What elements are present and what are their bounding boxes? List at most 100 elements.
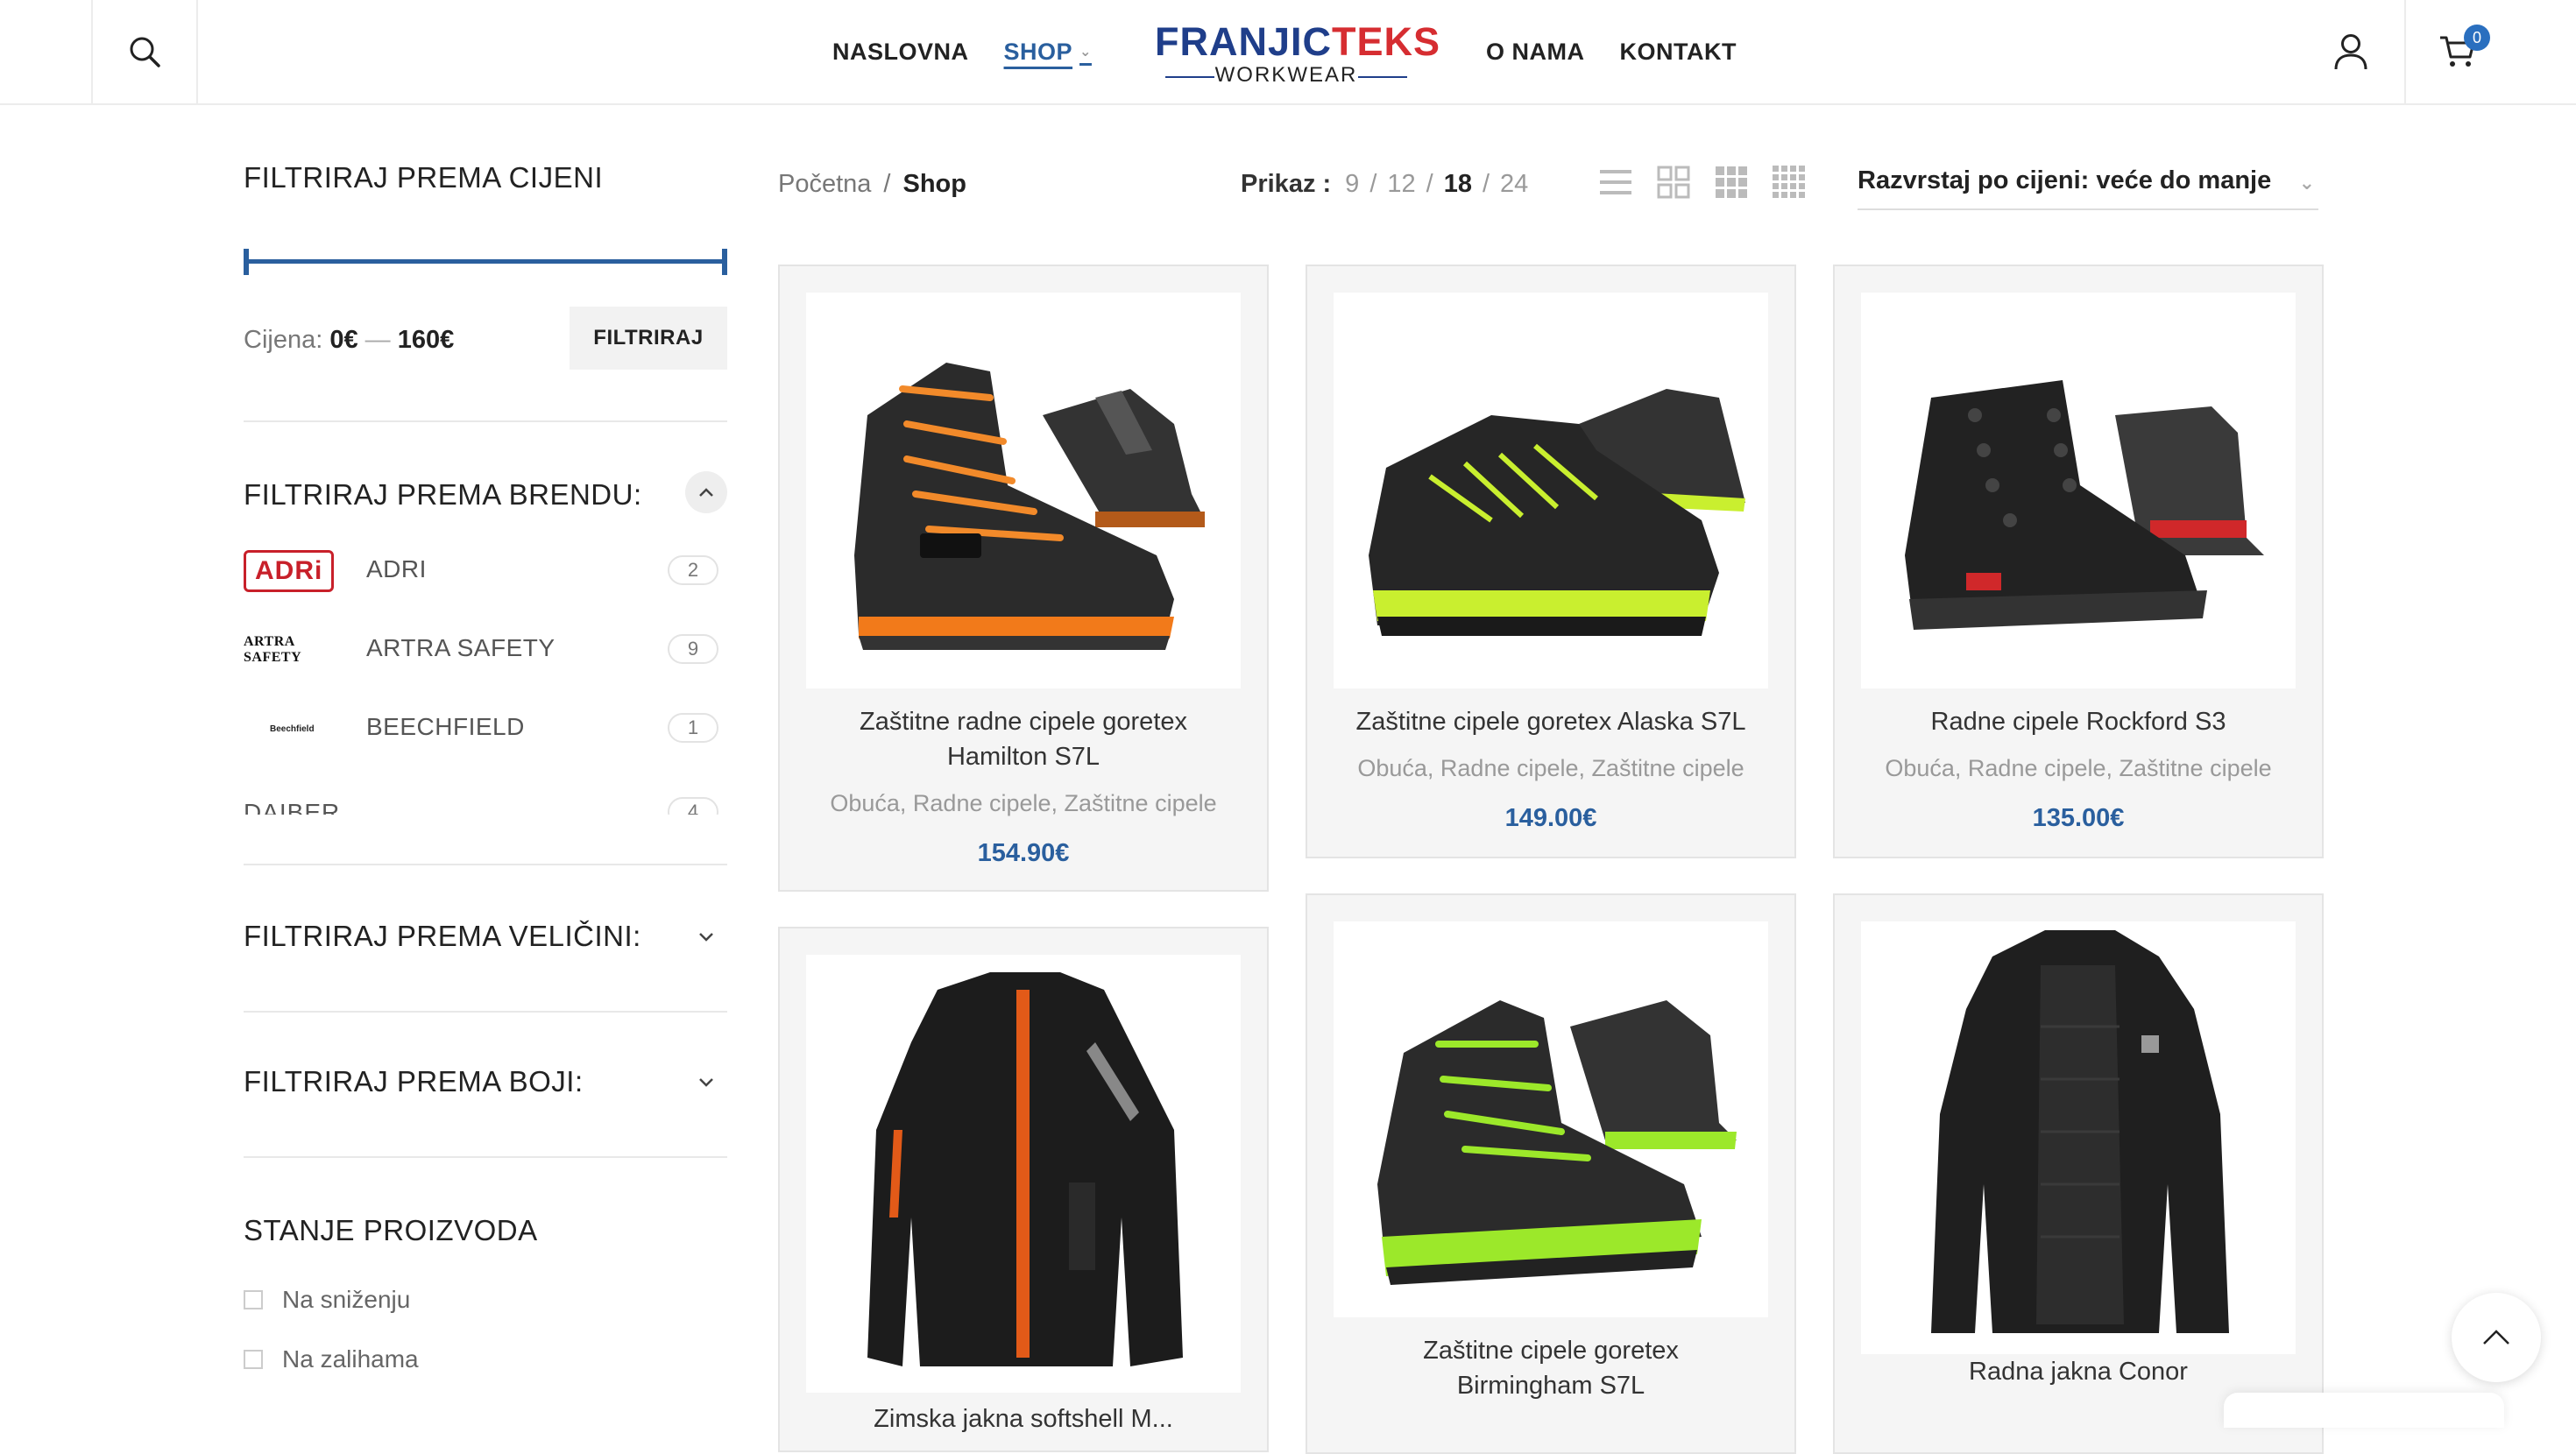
product-title[interactable]: Radne cipele Rockford S3 bbox=[1852, 704, 2304, 739]
product-card[interactable]: Zaštitne cipele goretex Alaska S7L Obuća… bbox=[1306, 265, 1796, 858]
account-button[interactable] bbox=[2299, 0, 2403, 103]
per-page-option-24[interactable]: 24 bbox=[1500, 170, 1528, 198]
stock-option-in-stock[interactable]: Na zalihama bbox=[244, 1345, 419, 1373]
product-title[interactable]: Zimska jakna softshell M... bbox=[797, 1401, 1249, 1436]
checkbox[interactable] bbox=[244, 1350, 263, 1369]
divider bbox=[244, 864, 727, 865]
per-page-option-18[interactable]: 18 bbox=[1444, 170, 1472, 198]
search-icon bbox=[130, 37, 160, 67]
stock-filter-title: STANJE PROIZVODA bbox=[244, 1214, 538, 1246]
grid-4-icon[interactable] bbox=[1772, 165, 1807, 200]
product-image[interactable] bbox=[806, 955, 1241, 1393]
brand-item-beechfield[interactable]: Beechfield BEECHFIELD 1 bbox=[244, 701, 727, 753]
nav-link-kontakt[interactable]: KONTAKT bbox=[1620, 39, 1737, 66]
color-filter-title[interactable]: FILTRIRAJ PREMA BOJI: bbox=[244, 1065, 584, 1098]
breadcrumb-separator: / bbox=[883, 170, 891, 198]
brand-filter-collapse-button[interactable] bbox=[685, 471, 727, 513]
safety-boot-image bbox=[854, 363, 1205, 650]
breadcrumb-home-link[interactable]: Početna bbox=[778, 170, 871, 198]
nav-link-naslovna[interactable]: NASLOVNA bbox=[832, 39, 969, 66]
per-page-option-12[interactable]: 12 bbox=[1387, 170, 1415, 198]
brand-item-daiber[interactable]: DAIBER 4 bbox=[244, 785, 727, 815]
grid-2-icon[interactable] bbox=[1656, 165, 1691, 200]
stock-option-on-sale[interactable]: Na sniženju bbox=[244, 1286, 410, 1314]
product-title-line: Radna jakna Conor bbox=[1969, 1358, 2188, 1386]
price-filter-title: FILTRIRAJ PREMA CIJENI bbox=[244, 161, 604, 194]
price-range-slider[interactable] bbox=[244, 249, 727, 275]
product-title-line: Birmingham S7L bbox=[1456, 1372, 1645, 1400]
product-card[interactable]: Zaštitne cipele goretex Birmingham S7L bbox=[1306, 893, 1796, 1454]
brand-name: ADRI bbox=[366, 555, 427, 582]
checkbox[interactable] bbox=[244, 1290, 263, 1309]
main-nav-right: O NAMA KONTAKT bbox=[1486, 0, 1772, 103]
brand-count-badge: 4 bbox=[668, 797, 718, 815]
product-title-line: Zaštitne cipele goretex Alaska S7L bbox=[1355, 708, 1746, 736]
brand-item-artra-safety[interactable]: ARTRA SAFETY ARTRA SAFETY 9 bbox=[244, 622, 727, 674]
slider-handle-max[interactable] bbox=[722, 249, 727, 275]
daiber-logo-text: DAIBER bbox=[244, 799, 341, 815]
per-page-separator: / bbox=[1482, 170, 1490, 198]
brand-name: BEECHFIELD bbox=[366, 713, 525, 740]
divider bbox=[244, 420, 727, 422]
product-categories[interactable]: Obuća, Radne cipele, Zaštitne cipele bbox=[1844, 755, 2313, 782]
per-page-option-9[interactable]: 9 bbox=[1345, 170, 1359, 198]
chat-widget-tab[interactable] bbox=[2224, 1393, 2504, 1428]
price-filter-button[interactable]: FILTRIRAJ bbox=[570, 307, 727, 370]
product-image[interactable] bbox=[1861, 921, 2296, 1354]
product-card[interactable]: Radne cipele Rockford S3 Obuća, Radne ci… bbox=[1833, 265, 2324, 858]
sort-select[interactable]: Razvrstaj po cijeni: veće do manje ⌄ bbox=[1858, 166, 2318, 210]
product-card[interactable]: Radna jakna Conor bbox=[1833, 893, 2324, 1454]
price-range-label: Cijena: 0€ — 160€ bbox=[244, 326, 454, 355]
site-logo[interactable]: FRANJICTEKS WORKWEAR bbox=[1155, 9, 1440, 93]
product-image[interactable] bbox=[1334, 921, 1768, 1317]
safety-shoe-image bbox=[1369, 389, 1745, 636]
product-title-line: Zimska jakna softshell M... bbox=[874, 1405, 1173, 1433]
products-per-page: Prikaz : 9 / 12 / 18 / 24 bbox=[1241, 170, 1528, 199]
brand-filter-title: FILTRIRAJ PREMA BRENDU: bbox=[244, 478, 642, 511]
beechfield-logo-text: Beechfield bbox=[270, 723, 315, 734]
scroll-to-top-button[interactable] bbox=[2452, 1293, 2541, 1382]
grid-3-icon[interactable] bbox=[1714, 165, 1749, 200]
winter-jacket-image bbox=[867, 972, 1183, 1366]
brand-list: ADRi ADRI 2 ARTRA SAFETY ARTRA SAFETY 9 … bbox=[244, 543, 727, 815]
product-categories[interactable]: Obuća, Radne cipele, Zaštitne cipele bbox=[789, 790, 1258, 817]
product-title[interactable]: Zaštitne radne cipele goretex Hamilton S7… bbox=[797, 704, 1249, 774]
brand-item-adri[interactable]: ADRi ADRI 2 bbox=[244, 543, 727, 596]
nav-link-o-nama[interactable]: O NAMA bbox=[1486, 39, 1585, 66]
product-image[interactable] bbox=[1334, 293, 1768, 688]
size-filter-title[interactable]: FILTRIRAJ PREMA VELIČINI: bbox=[244, 920, 641, 953]
divider bbox=[244, 1011, 727, 1013]
breadcrumb-current: Shop bbox=[902, 170, 966, 198]
cart-button[interactable]: 0 bbox=[2404, 0, 2509, 103]
product-image[interactable] bbox=[806, 293, 1241, 688]
product-title-line: Zaštitne cipele goretex bbox=[1423, 1337, 1679, 1365]
list-view-icon[interactable] bbox=[1598, 165, 1633, 200]
per-page-separator: / bbox=[1426, 170, 1433, 198]
product-card[interactable]: Zaštitne radne cipele goretex Hamilton S7… bbox=[778, 265, 1269, 892]
slider-handle-min[interactable] bbox=[244, 249, 249, 275]
checkbox-label: Na sniženju bbox=[282, 1286, 411, 1313]
product-card[interactable]: Zimska jakna softshell M... bbox=[778, 927, 1269, 1452]
work-boot-image bbox=[1905, 380, 2264, 630]
product-categories[interactable]: Obuća, Radne cipele, Zaštitne cipele bbox=[1316, 755, 1786, 782]
brand-logo-adri: ADRi bbox=[244, 550, 349, 592]
logo-part-2: TEKS bbox=[1332, 19, 1441, 64]
brand-count-badge: 2 bbox=[668, 555, 718, 585]
product-title[interactable]: Zaštitne cipele goretex Alaska S7L bbox=[1325, 704, 1777, 739]
chevron-down-icon[interactable] bbox=[697, 1076, 715, 1088]
product-image[interactable] bbox=[1861, 293, 2296, 688]
logo-wordmark: FRANJICTEKS bbox=[1155, 19, 1440, 65]
sort-selected-value: Razvrstaj po cijeni: veće do manje bbox=[1858, 166, 2272, 194]
price-filter-row: Cijena: 0€ — 160€ FILTRIRAJ bbox=[244, 307, 727, 370]
per-page-separator: / bbox=[1369, 170, 1377, 198]
chevron-up-icon bbox=[699, 488, 713, 497]
product-title[interactable]: Zaštitne cipele goretex Birmingham S7L bbox=[1325, 1333, 1777, 1403]
brand-logo-beechfield: Beechfield bbox=[244, 709, 349, 748]
chevron-down-icon[interactable] bbox=[697, 930, 715, 942]
search-button[interactable] bbox=[91, 0, 198, 103]
breadcrumb: Početna / Shop bbox=[778, 170, 966, 199]
brand-count-badge: 9 bbox=[668, 634, 718, 664]
product-title[interactable]: Radna jakna Conor bbox=[1852, 1354, 2304, 1389]
nav-link-shop[interactable]: SHOP ⌄ bbox=[1004, 39, 1092, 66]
logo-part-1: FRANJIC bbox=[1155, 19, 1333, 64]
